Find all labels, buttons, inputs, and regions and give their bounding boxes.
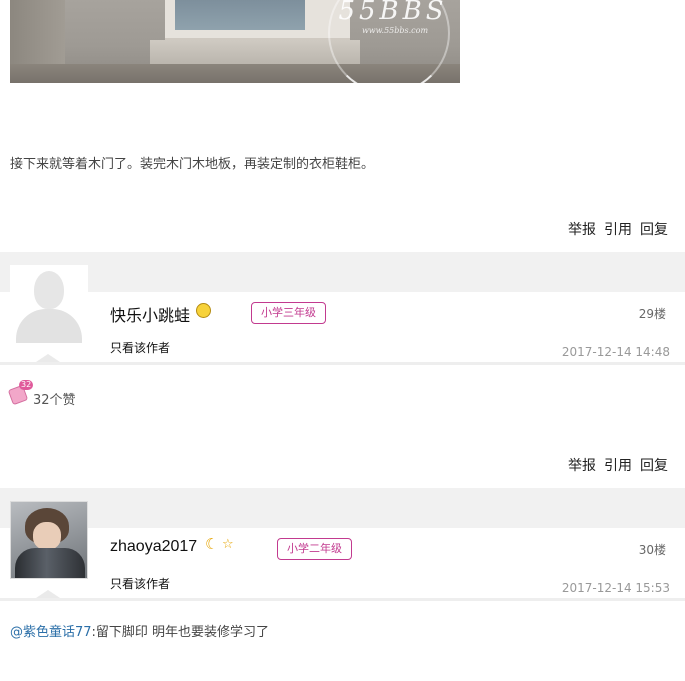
moon-icon: ☾ xyxy=(205,535,219,553)
quote-button[interactable]: 引用 xyxy=(604,458,632,474)
reply-button[interactable]: 回复 xyxy=(640,222,668,238)
like-count: 32个赞 xyxy=(33,393,76,408)
view-author-only-link[interactable]: 只看该作者 xyxy=(110,575,170,592)
report-button[interactable]: 举报 xyxy=(568,458,596,474)
divider xyxy=(0,598,685,601)
star-icon: ☆ xyxy=(222,537,234,552)
like-icon[interactable]: 32 xyxy=(7,380,34,406)
author-band xyxy=(0,488,685,528)
quote-button[interactable]: 引用 xyxy=(604,222,632,238)
reply-button[interactable]: 回复 xyxy=(640,458,668,474)
avatar-pointer xyxy=(36,590,60,598)
divider xyxy=(0,362,685,365)
avatar[interactable] xyxy=(10,501,88,579)
user-mention-link[interactable]: @紫色童话77 xyxy=(10,625,92,640)
level-badge: 小学三年级 xyxy=(251,302,326,324)
post-body-text: 接下来就等着木门了。装完木门木地板，再装定制的衣柜鞋柜。 xyxy=(10,157,375,172)
avatar[interactable] xyxy=(10,265,88,343)
comment-text: :留下脚印 明年也要装修学习了 xyxy=(91,625,270,640)
smiley-icon xyxy=(196,303,211,318)
username[interactable]: zhaoya2017 xyxy=(110,538,197,556)
floor-number: 30楼 xyxy=(638,543,666,557)
report-button[interactable]: 举报 xyxy=(568,222,596,238)
like-count-badge: 32 xyxy=(19,380,34,390)
author-band xyxy=(0,252,685,292)
post-actions: 举报 引用 回复 xyxy=(560,455,668,475)
avatar-pointer xyxy=(36,354,60,362)
reply-comment: @紫色童话77:留下脚印 明年也要装修学习了 xyxy=(10,621,269,640)
level-badge: 小学二年级 xyxy=(277,538,352,560)
username[interactable]: 快乐小跳蛙 xyxy=(110,302,190,326)
post-actions: 举报 引用 回复 xyxy=(560,219,668,239)
post-date: 2017-12-14 15:53 xyxy=(561,581,670,595)
post-date: 2017-12-14 14:48 xyxy=(561,345,670,359)
view-author-only-link[interactable]: 只看该作者 xyxy=(110,339,170,356)
post-image: 55BBS www.55bbs.com xyxy=(10,0,460,83)
image-watermark-url: www.55bbs.com xyxy=(361,26,429,35)
image-watermark: 55BBS xyxy=(338,0,448,26)
floor-number: 29楼 xyxy=(638,307,666,321)
